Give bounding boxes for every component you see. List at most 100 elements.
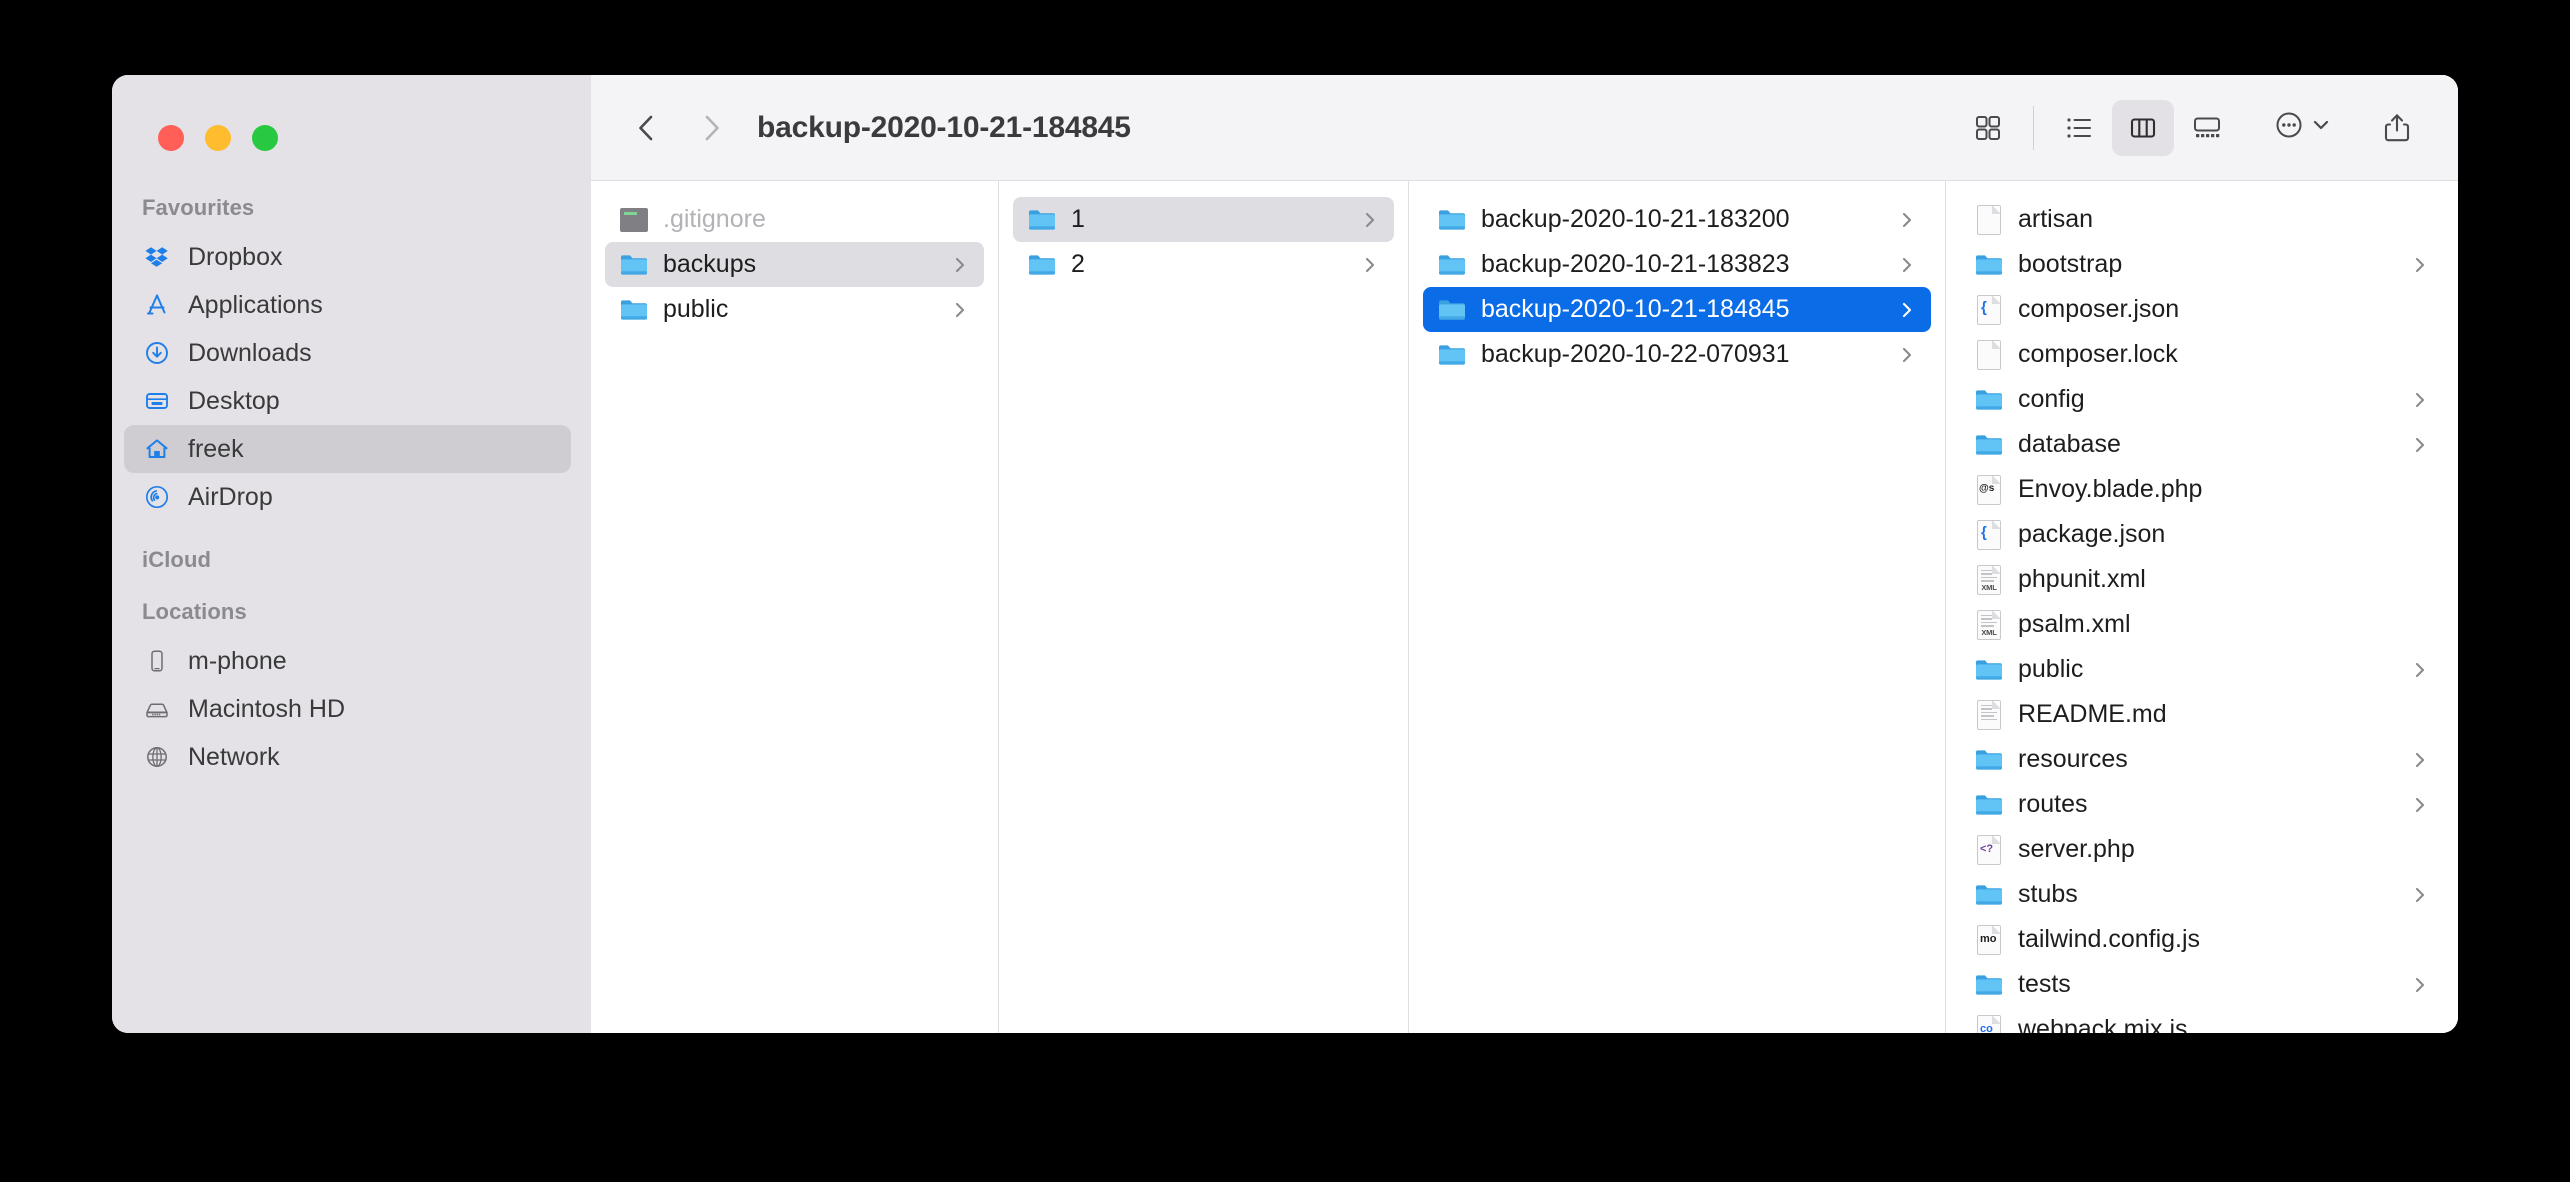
file-row[interactable]: XML phpunit.xml	[1960, 557, 2444, 602]
gitignore-file-icon	[619, 205, 649, 235]
folder-row[interactable]: public	[605, 287, 984, 332]
chevron-right-icon	[1360, 253, 1380, 277]
more-options-button[interactable]	[2272, 108, 2332, 147]
folder-icon	[1974, 880, 2004, 910]
folder-row[interactable]: resources	[1960, 737, 2444, 782]
sidebar-item-dropbox[interactable]: Dropbox	[124, 233, 571, 281]
file-name: psalm.xml	[2018, 610, 2131, 638]
close-button[interactable]	[158, 125, 184, 151]
forward-button[interactable]	[683, 100, 739, 156]
sidebar-item-m-phone[interactable]: m-phone	[124, 637, 571, 685]
file-row[interactable]: XML psalm.xml	[1960, 602, 2444, 647]
folder-icon	[1974, 250, 2004, 280]
sidebar-section-favourites: Favourites Dropbox Applications Download…	[112, 195, 591, 521]
folder-row[interactable]: config	[1960, 377, 2444, 422]
xml-file-icon: XML	[1974, 609, 2004, 640]
file-name: composer.lock	[2018, 340, 2178, 368]
folder-row[interactable]: backup-2020-10-21-184845	[1423, 287, 1931, 332]
folder-icon	[1974, 655, 2004, 685]
file-row[interactable]: co webpack.mix.js	[1960, 1007, 2444, 1033]
maximize-button[interactable]	[252, 125, 278, 151]
file-name: backup-2020-10-21-184845	[1481, 295, 1790, 323]
sidebar-item-network[interactable]: Network	[124, 733, 571, 781]
chevron-right-icon	[2410, 433, 2430, 457]
file-row[interactable]: mo tailwind.config.js	[1960, 917, 2444, 962]
file-row[interactable]: {package.json	[1960, 512, 2444, 557]
sidebar-item-label: m-phone	[188, 646, 287, 675]
view-mode-group	[1957, 99, 2238, 156]
chevron-right-icon	[1897, 343, 1917, 367]
folder-row[interactable]: bootstrap	[1960, 242, 2444, 287]
sidebar-item-label: Macintosh HD	[188, 694, 345, 723]
folder-row[interactable]: backup-2020-10-22-070931	[1423, 332, 1931, 377]
column-view-button[interactable]	[2112, 99, 2174, 156]
gallery-view-button[interactable]	[2176, 100, 2238, 156]
folder-icon	[1437, 340, 1467, 370]
sidebar-item-desktop[interactable]: Desktop	[124, 377, 571, 425]
folder-icon	[1437, 250, 1467, 280]
finder-column-1[interactable]: .gitignore backups public	[591, 181, 999, 1033]
chevron-right-icon	[1897, 253, 1917, 277]
navigation-buttons	[619, 100, 739, 156]
folder-row[interactable]: routes	[1960, 782, 2444, 827]
sidebar-item-downloads[interactable]: Downloads	[124, 329, 571, 377]
finder-column-2[interactable]: 12	[999, 181, 1409, 1033]
folder-row[interactable]: public	[1960, 647, 2444, 692]
chevron-right-icon	[2410, 748, 2430, 772]
json-file-icon: {	[1974, 294, 2004, 325]
file-name: tailwind.config.js	[2018, 925, 2201, 953]
toolbar-divider	[2033, 105, 2034, 150]
file-row[interactable]: @s Envoy.blade.php	[1960, 467, 2444, 512]
file-row[interactable]: .gitignore	[605, 197, 984, 242]
folder-row[interactable]: backup-2020-10-21-183823	[1423, 242, 1931, 287]
sidebar-item-freek[interactable]: freek	[124, 425, 571, 473]
chevron-right-icon	[2410, 793, 2430, 817]
mo-file-icon: mo	[1974, 924, 2004, 955]
sidebar-item-airdrop[interactable]: AirDrop	[124, 473, 571, 521]
file-name: package.json	[2018, 520, 2166, 548]
folder-row[interactable]: database	[1960, 422, 2444, 467]
chevron-right-icon	[1897, 298, 1917, 322]
folder-icon	[1974, 970, 2004, 1000]
sidebar: Favourites Dropbox Applications Download…	[112, 75, 591, 1033]
downloads-icon	[142, 338, 172, 368]
file-row[interactable]: <? server.php	[1960, 827, 2444, 872]
finder-column-3[interactable]: backup-2020-10-21-183200 backup-2020-10-2…	[1409, 181, 1946, 1033]
iphone-icon	[142, 646, 172, 676]
xml-file-icon: XML	[1974, 564, 2004, 595]
chevron-down-icon	[2310, 114, 2332, 141]
folder-icon	[1027, 250, 1057, 280]
text-file-icon	[1974, 699, 2004, 730]
share-button[interactable]	[2366, 100, 2428, 156]
file-name: tests	[2018, 970, 2071, 998]
folder-icon	[619, 250, 649, 280]
applications-icon	[142, 290, 172, 320]
folder-row[interactable]: stubs	[1960, 872, 2444, 917]
globe-icon	[142, 742, 172, 772]
list-view-button[interactable]	[2048, 100, 2110, 156]
minimize-button[interactable]	[205, 125, 231, 151]
folder-row[interactable]: 1	[1013, 197, 1394, 242]
file-name: 2	[1071, 250, 1085, 278]
folder-icon	[1974, 385, 2004, 415]
folder-row[interactable]: backups	[605, 242, 984, 287]
folder-row[interactable]: 2	[1013, 242, 1394, 287]
back-button[interactable]	[619, 100, 675, 156]
file-row[interactable]: artisan	[1960, 197, 2444, 242]
folder-icon	[1974, 745, 2004, 775]
sidebar-section-locations: Locations m-phone Macintosh HD Network	[112, 599, 591, 781]
php-file-icon: <?	[1974, 834, 2004, 865]
folder-row[interactable]: tests	[1960, 962, 2444, 1007]
file-name: public	[663, 295, 729, 323]
sidebar-item-applications[interactable]: Applications	[124, 281, 571, 329]
file-row[interactable]: README.md	[1960, 692, 2444, 737]
sidebar-item-macintosh-hd[interactable]: Macintosh HD	[124, 685, 571, 733]
file-name: backup-2020-10-21-183823	[1481, 250, 1790, 278]
sidebar-section-title: Locations	[142, 599, 247, 624]
folder-row[interactable]: backup-2020-10-21-183200	[1423, 197, 1931, 242]
folder-icon	[1027, 205, 1057, 235]
file-row[interactable]: {composer.json	[1960, 287, 2444, 332]
finder-column-4[interactable]: artisan bootstrap {composer.json composer.l…	[1946, 181, 2458, 1033]
file-row[interactable]: composer.lock	[1960, 332, 2444, 377]
icon-view-button[interactable]	[1957, 100, 2019, 156]
